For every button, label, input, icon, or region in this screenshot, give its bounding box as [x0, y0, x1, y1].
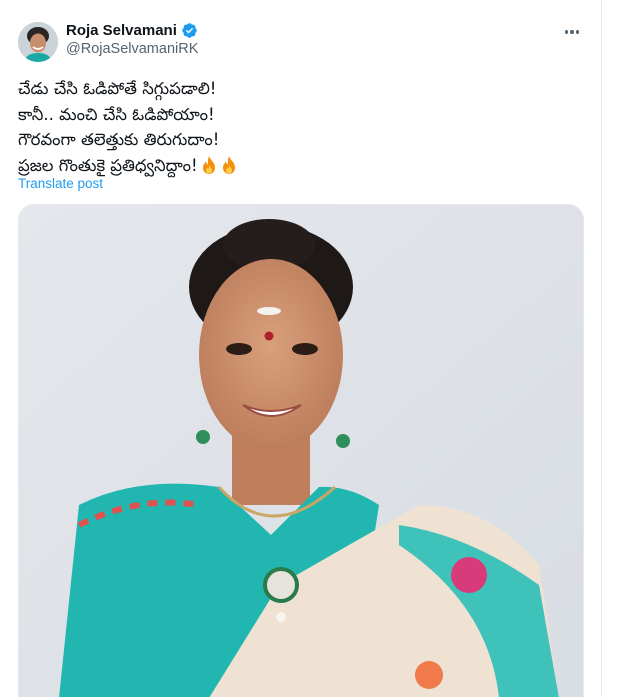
verified-badge-icon	[181, 22, 198, 39]
tweet-photo[interactable]	[18, 204, 584, 697]
tweet-line: గౌరవంగా తలెత్తుకు తిరుగుదాం!	[18, 130, 220, 149]
tweet-text: చేడు చేసి ఓడిపోతే సిగ్గుపడాలి! కానీ.. మం…	[18, 76, 578, 178]
tweet-line: ప్రజల గొంతుకై ప్రతిధ్వనిద్దాం!	[18, 153, 578, 179]
display-name[interactable]: Roja Selvamani	[66, 22, 177, 39]
column-divider	[601, 0, 602, 697]
tweet-header: Roja Selvamani @RojaSelvamaniRK	[18, 20, 588, 64]
author-names: Roja Selvamani @RojaSelvamaniRK	[66, 22, 198, 57]
translate-post-link[interactable]: Translate post	[18, 176, 103, 191]
more-options-icon[interactable]	[560, 22, 584, 42]
tweet-line: చేడు చేసి ఓడిపోతే సిగ్గుపడాలి!	[18, 79, 217, 98]
fire-icon	[200, 155, 218, 175]
fire-icon	[220, 155, 238, 175]
avatar[interactable]	[18, 22, 58, 62]
author-handle[interactable]: @RojaSelvamaniRK	[66, 41, 198, 57]
tweet-line: కానీ.. మంచి చేసి ఓడిపోయాం!	[18, 104, 215, 124]
